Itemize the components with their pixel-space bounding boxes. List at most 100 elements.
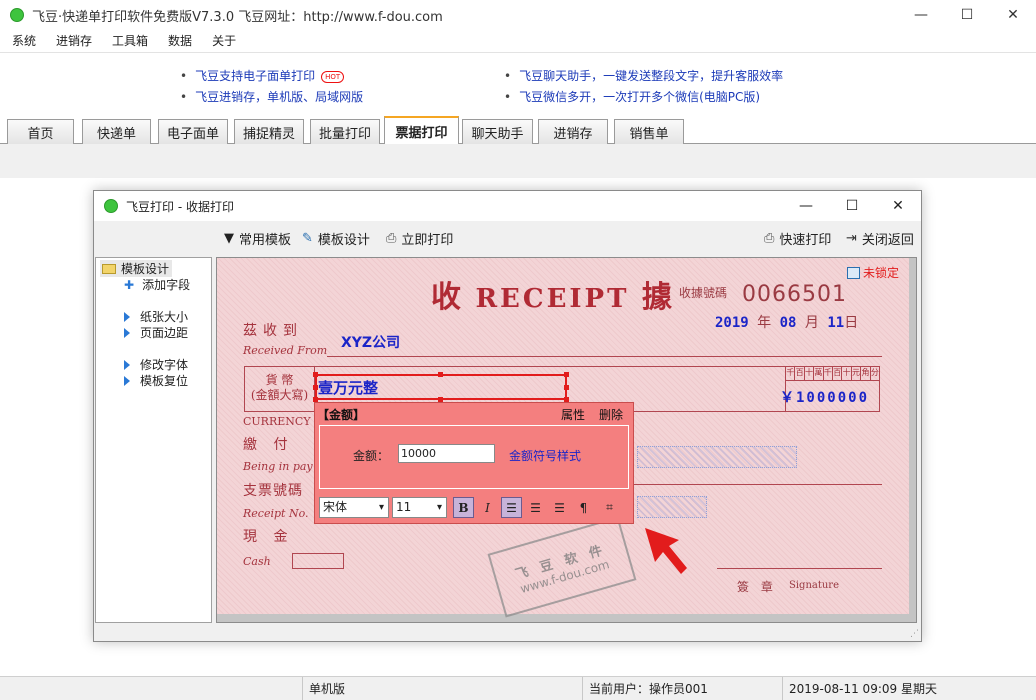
template-canvas[interactable]: 未锁定 收 RECEIPT 據 收據號碼 0066501 2019 年 08 月… bbox=[216, 257, 917, 623]
calendar-icon bbox=[847, 266, 860, 279]
dialog-maximize-button[interactable]: ☐ bbox=[829, 191, 875, 221]
ad-link-chat-helper[interactable]: 飞豆聊天助手，一键发送整段文字，提升客服效率 bbox=[504, 67, 783, 84]
signature-label: 簽 章 bbox=[737, 580, 777, 594]
currency-style-link[interactable]: 金额符号样式 bbox=[509, 447, 581, 464]
resize-frame-icon[interactable]: ⌗ bbox=[599, 497, 620, 518]
lock-status[interactable]: 未锁定 bbox=[847, 264, 899, 281]
align-right-icon[interactable]: ☰ bbox=[549, 497, 570, 518]
chevron-down-icon: ▾ bbox=[436, 502, 442, 513]
signature-en-label: Signature bbox=[789, 580, 840, 591]
dialog-minimize-button[interactable]: — bbox=[783, 191, 829, 221]
align-left-icon[interactable]: ☰ bbox=[501, 497, 522, 518]
tree-item-add-field[interactable]: ✚ 添加字段 bbox=[124, 276, 190, 293]
window-title: 飞豆·快递单打印软件免费版V7.3.0 飞豆网址：http://www.f-do… bbox=[32, 9, 443, 25]
menu-bar: 系统 进销存 工具箱 数据 关于 bbox=[0, 30, 1036, 50]
tab-content-strip bbox=[0, 144, 1036, 178]
tree-item-page-margin[interactable]: 页面边距 bbox=[124, 324, 188, 341]
exit-icon: ⇥ bbox=[846, 231, 857, 246]
app-logo-icon bbox=[10, 8, 24, 22]
status-mode: 单机版 bbox=[302, 677, 582, 700]
menu-about[interactable]: 关于 bbox=[212, 32, 236, 49]
font-size-select[interactable]: 11 ▾ bbox=[392, 497, 447, 518]
payment-field-placeholder[interactable] bbox=[637, 446, 797, 468]
status-bar: 单机版 当前用户：操作员001 2019-08-11 09:09 星期天 bbox=[0, 676, 1036, 700]
font-name-select[interactable]: 宋体 ▾ bbox=[319, 497, 389, 518]
minimize-button[interactable]: — bbox=[898, 0, 944, 30]
received-from-line bbox=[327, 356, 882, 357]
tab-bar: 首页 快递单 电子面单 捕捉精灵 批量打印 票据打印 聊天助手 进销存 销售单 bbox=[0, 114, 1036, 145]
receipt-number: 0066501 bbox=[742, 282, 847, 307]
dialog-close-button[interactable]: ✕ bbox=[875, 191, 921, 221]
properties-link[interactable]: 属性 bbox=[561, 406, 585, 423]
hot-badge: HOT bbox=[321, 70, 345, 83]
template-design-button[interactable]: ✎ 模板设计 bbox=[302, 229, 370, 248]
dialog-title: 飞豆打印 - 收据打印 bbox=[126, 199, 234, 214]
pencil-ruler-icon: ✎ bbox=[302, 231, 313, 246]
dialog-title-bar: 飞豆打印 - 收据打印 — ☐ ✕ bbox=[94, 191, 921, 221]
chevron-down-icon: ▾ bbox=[378, 502, 384, 513]
tab-chat-helper[interactable]: 聊天助手 bbox=[462, 119, 533, 144]
cash-box bbox=[292, 553, 344, 569]
tab-inventory[interactable]: 进销存 bbox=[538, 119, 608, 144]
ad-area: 飞豆支持电子面单打印HOT 飞豆进销存，单机版、局域网版 飞豆聊天助手，一键发送… bbox=[0, 52, 1036, 114]
tree-root-template-design[interactable]: 模板设计 bbox=[100, 260, 173, 277]
cash-en-label: Cash bbox=[243, 555, 271, 568]
menu-data[interactable]: 数据 bbox=[168, 32, 192, 49]
delete-link[interactable]: 删除 bbox=[599, 406, 623, 423]
cheque-field-placeholder[interactable] bbox=[637, 496, 707, 518]
signature-line bbox=[717, 568, 882, 569]
receipt-no-en-label: Receipt No. bbox=[243, 507, 309, 520]
arrow-right-icon bbox=[124, 375, 130, 386]
print-now-button[interactable]: ⎙ 立即打印 bbox=[386, 229, 453, 248]
payee-field[interactable]: XYZ公司 bbox=[341, 332, 400, 352]
tab-bill-print[interactable]: 票据打印 bbox=[384, 116, 459, 145]
close-return-button[interactable]: ⇥ 关闭返回 bbox=[846, 229, 914, 248]
currency-en-label: CURRENCY bbox=[243, 415, 311, 428]
tree-item-reset-template[interactable]: 模板复位 bbox=[124, 372, 188, 389]
align-center-icon[interactable]: ☰ bbox=[525, 497, 546, 518]
resize-grip-icon[interactable]: ⋰ bbox=[910, 629, 919, 639]
window-controls: — ☐ ✕ bbox=[898, 0, 1036, 30]
receipt-date-field[interactable]: 2019 年 08 月 11日 bbox=[715, 312, 858, 332]
arrow-right-icon bbox=[124, 359, 130, 370]
currency-label: 貨 幣 (金額大寫) bbox=[245, 367, 315, 411]
amount-input[interactable]: 10000 bbox=[398, 444, 495, 463]
common-templates-button[interactable]: ▼ 常用模板 bbox=[224, 229, 291, 248]
tab-batch-print[interactable]: 批量打印 bbox=[310, 119, 380, 144]
amount-label: 金额： bbox=[353, 449, 390, 463]
watermark-stamp: 飞 豆 软 件 www.f-dou.com bbox=[487, 516, 637, 618]
receipt-template: 未锁定 收 RECEIPT 據 收據號碼 0066501 2019 年 08 月… bbox=[217, 258, 909, 618]
amount-figures-field[interactable]: ￥1000000 bbox=[780, 387, 869, 407]
tab-sales-order[interactable]: 销售单 bbox=[614, 119, 684, 144]
field-editor-header: 【金额】 属性 删除 bbox=[315, 403, 633, 423]
amount-words-field[interactable]: 壹万元整 bbox=[318, 377, 378, 398]
tree-item-edit-font[interactable]: 修改字体 bbox=[124, 356, 188, 373]
status-datetime: 2019-08-11 09:09 星期天 bbox=[782, 677, 1036, 700]
field-editor-title: 【金额】 bbox=[317, 408, 366, 422]
template-tree: 模板设计 ✚ 添加字段 纸张大小 页面边距 修改字体 模板复位 bbox=[95, 257, 212, 623]
italic-button[interactable]: I bbox=[477, 497, 498, 518]
paragraph-icon[interactable]: ¶ bbox=[573, 497, 594, 518]
cash-label: 現 金 bbox=[243, 529, 294, 545]
tree-item-paper-size[interactable]: 纸张大小 bbox=[124, 308, 188, 325]
maximize-button[interactable]: ☐ bbox=[944, 0, 990, 30]
payment-label: 繳 付 bbox=[243, 437, 294, 453]
ad-link-wechat-multi[interactable]: 飞豆微信多开，一次打开多个微信(电脑PC版) bbox=[504, 88, 760, 105]
menu-inventory[interactable]: 进销存 bbox=[56, 32, 92, 49]
tab-express[interactable]: 快递单 bbox=[82, 119, 151, 144]
quick-print-button[interactable]: ⎙ 快速打印 bbox=[764, 229, 831, 248]
tab-capture[interactable]: 捕捉精灵 bbox=[234, 119, 304, 144]
folder-icon bbox=[102, 263, 116, 274]
tab-eorder[interactable]: 电子面单 bbox=[158, 119, 228, 144]
received-from-label: 茲收到 bbox=[243, 323, 303, 339]
tab-home[interactable]: 首页 bbox=[7, 119, 74, 144]
ad-link-inventory[interactable]: 飞豆进销存，单机版、局域网版 bbox=[180, 88, 363, 105]
close-button[interactable]: ✕ bbox=[990, 0, 1036, 30]
menu-toolbox[interactable]: 工具箱 bbox=[112, 32, 148, 49]
title-bar: 飞豆·快递单打印软件免费版V7.3.0 飞豆网址：http://www.f-do… bbox=[0, 0, 1036, 30]
receipt-print-dialog: 飞豆打印 - 收据打印 — ☐ ✕ ▼ 常用模板 ✎ 模板设计 ⎙ 立即打印 ⎙ 快速打… bbox=[93, 190, 922, 642]
field-editor-popup: 【金额】 属性 删除 金额： 10000 金额符号样式 宋体 ▾ 11 ▾ B I … bbox=[314, 402, 634, 524]
menu-system[interactable]: 系统 bbox=[12, 32, 36, 49]
ad-link-eorder[interactable]: 飞豆支持电子面单打印HOT bbox=[180, 67, 345, 84]
bold-button[interactable]: B bbox=[453, 497, 474, 518]
